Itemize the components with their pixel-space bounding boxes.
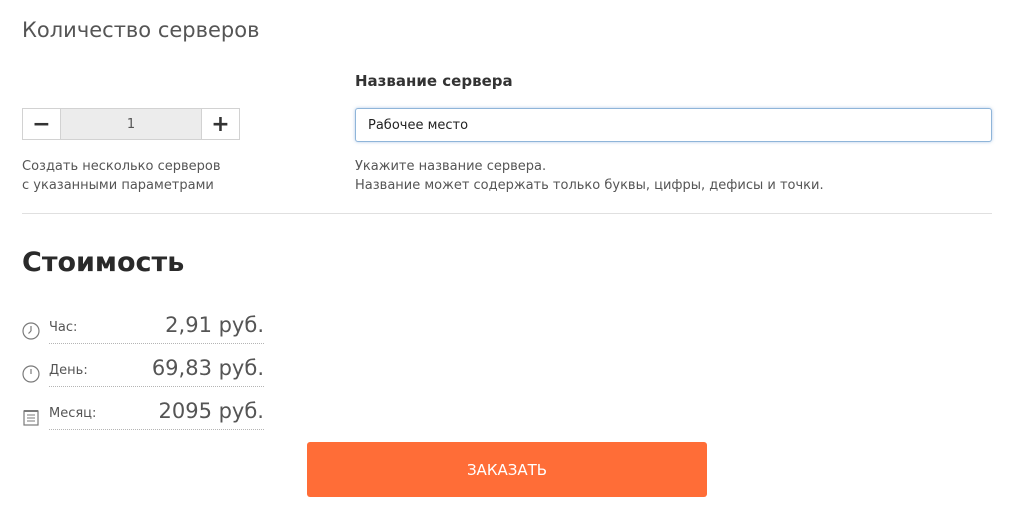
- order-button[interactable]: ЗАКАЗАТЬ: [307, 442, 707, 497]
- price-row-day: День: 69,83 руб.: [22, 356, 264, 387]
- increment-button[interactable]: +: [201, 109, 239, 139]
- price-row-month: Месяц: 2095 руб.: [22, 399, 264, 430]
- section-divider: [22, 213, 992, 214]
- servers-count-hint-line1: Создать несколько серверов: [22, 159, 221, 174]
- server-name-hint-line1: Укажите название сервера.: [355, 159, 547, 174]
- dotted-leader: [49, 386, 264, 387]
- clock-icon: [22, 322, 40, 340]
- price-amount-month: 2095 руб.: [158, 399, 264, 423]
- order-page: Количество серверов − 1 + Создать нескол…: [0, 0, 1015, 515]
- price-label-hour: Час:: [49, 320, 78, 335]
- server-name-label: Название сервера: [355, 72, 513, 90]
- server-name-input[interactable]: [355, 108, 992, 142]
- server-name-hint: Укажите название сервера. Название может…: [355, 157, 824, 195]
- price-amount-hour: 2,91 руб.: [165, 313, 264, 337]
- price-row-hour: Час: 2,91 руб.: [22, 313, 264, 344]
- calendar-icon: [23, 410, 39, 426]
- servers-count-hint: Создать несколько серверов с указанными …: [22, 157, 221, 195]
- price-label-day: День:: [49, 363, 88, 378]
- decrement-button[interactable]: −: [23, 109, 61, 139]
- price-label-month: Месяц:: [49, 406, 97, 421]
- dotted-leader: [49, 343, 264, 344]
- servers-count-stepper: − 1 +: [22, 108, 240, 140]
- server-name-hint-line2: Название может содержать только буквы, ц…: [355, 178, 824, 193]
- cost-title: Стоимость: [22, 247, 185, 278]
- servers-count-hint-line2: с указанными параметрами: [22, 178, 214, 193]
- clock-icon: [22, 365, 40, 383]
- price-amount-day: 69,83 руб.: [151, 356, 264, 380]
- servers-count-title: Количество серверов: [22, 18, 260, 42]
- dotted-leader: [49, 429, 264, 430]
- servers-count-value[interactable]: 1: [61, 109, 201, 139]
